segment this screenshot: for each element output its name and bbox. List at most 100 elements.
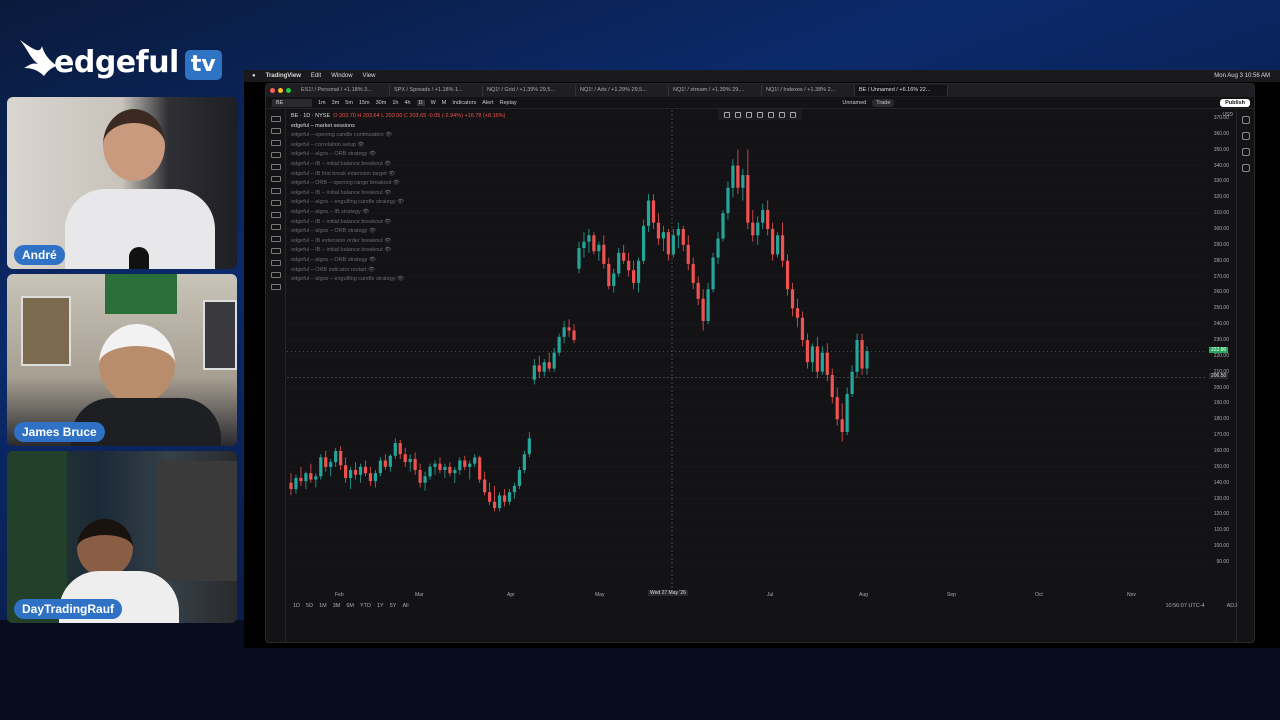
- chat-icon[interactable]: [1241, 164, 1250, 172]
- chart-toolbar: BE 1m 3m 5m 15m 30m 1h 4h D W M Indicato…: [266, 97, 1254, 109]
- legend-indicator[interactable]: edgeful – algos – ORB strategy 👁: [291, 150, 505, 160]
- legend-indicator[interactable]: edgeful – algos – IB strategy 👁: [291, 208, 505, 218]
- ruler-icon[interactable]: [270, 212, 281, 218]
- legend-indicator[interactable]: edgeful – ORB – opening range breakout 👁: [291, 179, 505, 189]
- minimize-window-icon[interactable]: [278, 88, 283, 93]
- fib-icon[interactable]: [270, 140, 281, 146]
- tab-spx-spreads[interactable]: SPX / Spreads / +1.18% 1...: [390, 85, 483, 96]
- interval-3m[interactable]: 3m: [332, 100, 340, 106]
- tab-es1-personal[interactable]: ES1! / Personal / +1.18% 3...: [297, 85, 390, 96]
- pattern-icon[interactable]: [270, 152, 281, 158]
- wall-flag: [105, 274, 177, 314]
- legend-indicator[interactable]: edgeful – IB – initial balance breakout …: [291, 160, 505, 170]
- replay-button[interactable]: Replay: [500, 100, 517, 106]
- price-tick-label: 140.00: [1213, 479, 1229, 486]
- candle-body: [800, 317, 805, 340]
- legend-indicator[interactable]: edgeful – IB – initial balance breakout …: [291, 246, 505, 256]
- forecast-icon[interactable]: [270, 164, 281, 170]
- candle-body: [691, 263, 695, 283]
- chart-pane[interactable]: BE · 1D · NYSE O 203.70 H 203.64 L 203.0…: [287, 110, 1207, 590]
- interval-w[interactable]: W: [431, 100, 436, 106]
- chart-clock[interactable]: 10:56:07 UTC-4: [1165, 603, 1204, 609]
- tab-nq1-grid[interactable]: NQ1! / Grid / +1.39% 29,5...: [483, 85, 576, 96]
- price-tick-label: 220.00: [1213, 352, 1229, 359]
- interval-4h[interactable]: 4h: [404, 100, 410, 106]
- link-icon[interactable]: [270, 272, 281, 278]
- legend-indicator[interactable]: edgeful – IB – initial balance breakout …: [291, 218, 505, 228]
- range-5d[interactable]: 5D: [306, 603, 313, 609]
- trendline-icon[interactable]: [270, 128, 281, 134]
- interval-15m[interactable]: 15m: [359, 100, 370, 106]
- trash-icon[interactable]: [270, 284, 281, 290]
- alerts-icon[interactable]: [1241, 132, 1250, 140]
- text-icon[interactable]: [270, 188, 281, 194]
- tab-be-unnamed[interactable]: BE / Unnamed / +6.16% 22...: [855, 85, 948, 96]
- candle-body: [790, 289, 795, 309]
- brush-icon[interactable]: [270, 176, 281, 182]
- tab-nq1-indexes[interactable]: NQ1! / Indexes / +1.38% 2...: [762, 85, 855, 96]
- interval-30m[interactable]: 30m: [376, 100, 387, 106]
- legend-indicator[interactable]: edgeful – IB – initial balance breakout …: [291, 189, 505, 199]
- adj-toggle[interactable]: ADJ: [1227, 603, 1237, 609]
- tab-nq1-ads[interactable]: NQ1! / Ads / +1.29% 29,5...: [576, 85, 669, 96]
- alert-button[interactable]: Alert: [482, 100, 493, 106]
- range-3m[interactable]: 3M: [333, 603, 341, 609]
- publish-button[interactable]: Publish: [1220, 98, 1250, 107]
- emoji-icon[interactable]: [270, 200, 281, 206]
- eye-icon[interactable]: [270, 260, 281, 266]
- legend-indicator[interactable]: edgeful – algos – ORB strategy 👁: [291, 227, 505, 237]
- range-ytd[interactable]: YTD: [360, 603, 371, 609]
- range-1y[interactable]: 1Y: [377, 603, 384, 609]
- legend-indicator[interactable]: edgeful – opening candle continuation 👁: [291, 131, 505, 141]
- indicators-button[interactable]: Indicators: [452, 100, 476, 106]
- time-axis[interactable]: Feb Mar Apr May Jul Aug Sep Oct Nov Wed 27 May '…: [287, 590, 1207, 600]
- time-tick-label: Feb: [335, 592, 344, 598]
- symbol-search-input[interactable]: BE: [272, 98, 312, 107]
- range-all[interactable]: All: [402, 603, 408, 609]
- interval-1h[interactable]: 1h: [392, 100, 398, 106]
- interval-1m[interactable]: 1m: [318, 100, 326, 106]
- legend-indicator[interactable]: edgeful – IB first break extension targe…: [291, 170, 505, 180]
- menu-window[interactable]: Window: [331, 73, 352, 79]
- legend-indicator[interactable]: edgeful – algos – engulfing candle strat…: [291, 275, 505, 285]
- trade-button[interactable]: Trade: [872, 98, 895, 107]
- legend-indicator[interactable]: edgeful – IB extension order breakout 👁: [291, 237, 505, 247]
- menu-edit[interactable]: Edit: [311, 73, 321, 79]
- zoom-window-icon[interactable]: [286, 88, 291, 93]
- candle-body: [741, 175, 745, 188]
- candle-body: [522, 454, 526, 471]
- candle-body: [433, 463, 437, 467]
- layout-name[interactable]: Unnamed: [842, 100, 866, 106]
- range-1d[interactable]: 1D: [293, 603, 300, 609]
- tab-nq1-stream[interactable]: NQ1! / stream / +1.39% 29,...: [669, 85, 762, 96]
- layers-icon[interactable]: [1241, 148, 1250, 156]
- range-5y[interactable]: 5Y: [390, 603, 397, 609]
- legend-indicator[interactable]: edgeful – ORB indicator restart 👁: [291, 266, 505, 276]
- watchlist-icon[interactable]: [1241, 116, 1250, 124]
- legend-market-sessions[interactable]: edgeful – market sessions: [291, 122, 505, 132]
- magnet-icon[interactable]: [270, 236, 281, 242]
- zoom-icon[interactable]: [270, 224, 281, 230]
- interval-5m[interactable]: 5m: [345, 100, 353, 106]
- legend-indicator[interactable]: edgeful – correlation setup 👁: [291, 141, 505, 151]
- legend-symbol[interactable]: BE · 1D · NYSE: [291, 113, 330, 119]
- legend-indicator[interactable]: edgeful – algos – engulfing candle strat…: [291, 198, 505, 208]
- interval-d[interactable]: D: [416, 99, 425, 106]
- menu-view[interactable]: View: [363, 73, 376, 79]
- menubar-clock[interactable]: Mon Aug 3 10:56 AM: [1214, 73, 1270, 79]
- range-6m[interactable]: 6M: [346, 603, 354, 609]
- candle-body: [666, 232, 670, 255]
- interval-m[interactable]: M: [442, 100, 447, 106]
- candle-body: [443, 466, 447, 471]
- menu-app-name[interactable]: TradingView: [266, 73, 301, 79]
- range-1m[interactable]: 1M: [319, 603, 327, 609]
- time-tick-label: Aug: [859, 592, 868, 598]
- legend-indicator[interactable]: edgeful – algos – ORB strategy 👁: [291, 256, 505, 266]
- lock-icon[interactable]: [270, 248, 281, 254]
- crosshair-icon[interactable]: [270, 116, 281, 122]
- candle-body: [334, 451, 338, 463]
- candle-body: [780, 235, 785, 261]
- candle-body: [517, 470, 522, 486]
- close-window-icon[interactable]: [270, 88, 275, 93]
- candle-body: [850, 371, 854, 394]
